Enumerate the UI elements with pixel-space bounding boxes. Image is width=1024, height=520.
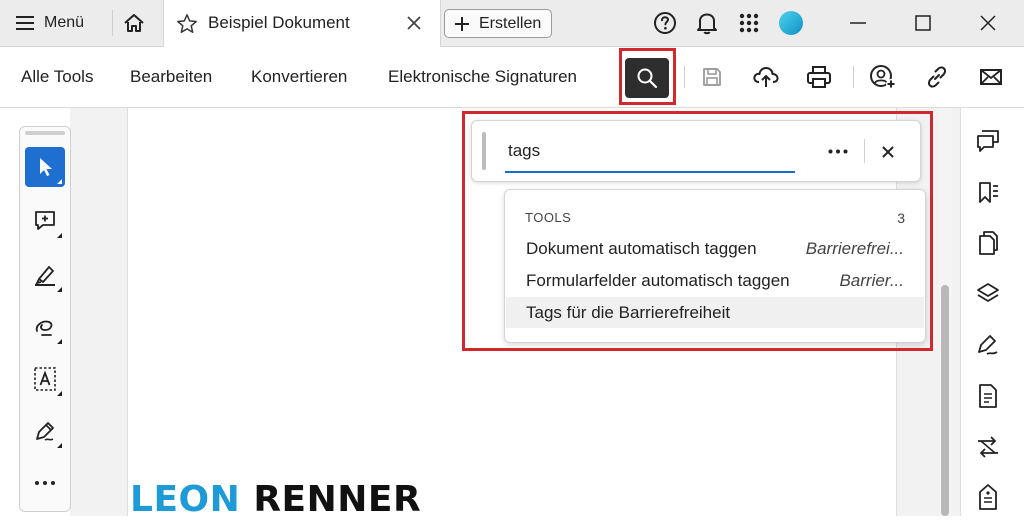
sign-tool[interactable]	[25, 411, 65, 451]
signature-icon[interactable]	[973, 330, 1003, 360]
create-button[interactable]: Erstellen	[444, 9, 552, 38]
star-icon[interactable]	[176, 13, 198, 35]
menu-e-signatures[interactable]: Elektronische Signaturen	[388, 67, 577, 87]
result-category: Barrier...	[839, 271, 904, 290]
comment-tool-flyout	[57, 233, 62, 238]
toolbar-divider	[684, 66, 685, 88]
menu-button[interactable]: Menü	[10, 8, 90, 38]
text-tool-flyout	[57, 391, 62, 396]
result-category: Barrierefrei...	[805, 239, 904, 258]
document-tab-title: Beispiel Dokument	[208, 13, 350, 32]
result-label: Dokument automatisch taggen	[526, 239, 757, 258]
left-tools-panel	[19, 126, 71, 512]
save-icon[interactable]	[697, 62, 727, 92]
home-icon	[124, 14, 144, 32]
bookmarks-icon[interactable]	[973, 178, 1003, 208]
title-bar: Menü Beispiel Dokument Erstellen	[0, 0, 1024, 47]
add-comment-tool[interactable]	[25, 201, 65, 241]
layers-icon[interactable]	[973, 279, 1003, 309]
share-user-icon[interactable]	[868, 62, 898, 92]
result-label: Tags für die Barrierefreiheit	[526, 303, 731, 322]
minimize-button[interactable]	[845, 10, 871, 36]
email-icon[interactable]	[976, 62, 1006, 92]
maximize-button[interactable]	[910, 10, 936, 36]
sign-pen-icon	[36, 422, 54, 441]
draw-tool-flyout	[57, 339, 62, 344]
search-icon	[637, 68, 658, 89]
select-cursor-icon	[40, 158, 52, 176]
cloud-upload-icon[interactable]	[751, 62, 781, 92]
draw-tool[interactable]	[25, 307, 65, 347]
result-item[interactable]: Tags für die Barrierefreiheit	[506, 297, 924, 328]
brand-part-1: LEON	[130, 479, 241, 520]
scrollbar-thumb[interactable]	[941, 285, 949, 516]
highlight-tool[interactable]	[25, 255, 65, 295]
pages-icon[interactable]	[973, 228, 1003, 258]
create-label: Erstellen	[479, 14, 542, 32]
text-recognition-tool[interactable]	[25, 359, 65, 399]
results-section-header: TOOLS	[525, 210, 572, 225]
brand-part-2: RENNER	[253, 479, 422, 520]
close-icon	[882, 146, 894, 158]
more-tools-button[interactable]	[25, 463, 65, 503]
menu-convert[interactable]: Konvertieren	[251, 67, 347, 87]
result-item[interactable]: Formularfelder automatisch taggen Barrie…	[506, 265, 924, 296]
comments-icon[interactable]	[973, 126, 1003, 156]
link-icon[interactable]	[922, 62, 952, 92]
search-results-dropdown: TOOLS 3 Dokument automatisch taggen Barr…	[504, 189, 926, 343]
bell-icon[interactable]	[694, 10, 720, 36]
document-brand-text: LEON RENNER	[130, 479, 421, 520]
search-panel-divider	[864, 139, 865, 163]
home-button[interactable]	[116, 8, 152, 38]
search-button[interactable]	[625, 58, 669, 98]
highlight-tool-flyout	[57, 287, 62, 292]
document-tab[interactable]: Beispiel Dokument	[163, 0, 441, 47]
freehand-draw-icon	[35, 320, 53, 336]
result-item[interactable]: Dokument automatisch taggen Barrierefrei…	[506, 233, 924, 264]
profile-avatar[interactable]	[778, 10, 804, 36]
search-panel-grip[interactable]	[482, 132, 486, 170]
titlebar-divider	[112, 10, 113, 36]
result-label: Formularfelder automatisch taggen	[526, 271, 790, 290]
select-tool[interactable]	[25, 147, 65, 187]
sign-tool-flyout	[57, 443, 62, 448]
menu-label: Menü	[44, 14, 85, 31]
search-input[interactable]	[506, 133, 794, 169]
toolbar-divider-2	[853, 66, 854, 88]
search-input-focus-line	[505, 171, 795, 173]
add-comment-icon	[35, 211, 55, 230]
more-icon	[35, 481, 55, 485]
print-icon[interactable]	[804, 62, 834, 92]
select-tool-flyout	[57, 179, 62, 184]
apps-grid-icon[interactable]	[736, 10, 762, 36]
search-panel	[471, 120, 921, 182]
plus-icon	[455, 16, 469, 31]
close-icon[interactable]	[404, 13, 424, 33]
help-icon[interactable]	[652, 10, 678, 36]
more-icon	[828, 149, 848, 153]
text-recognition-icon	[34, 367, 56, 391]
search-close-button[interactable]	[876, 140, 900, 164]
highlight-pen-icon	[35, 266, 55, 286]
menu-all-tools[interactable]: Alle Tools	[21, 67, 93, 87]
panel-grip[interactable]	[25, 131, 65, 135]
document-properties-icon[interactable]	[973, 381, 1003, 411]
window-close-button[interactable]	[975, 10, 1001, 36]
search-options-button[interactable]	[824, 140, 852, 162]
compare-icon[interactable]	[973, 432, 1003, 462]
hamburger-icon	[16, 16, 34, 30]
results-count: 3	[897, 210, 905, 226]
accessibility-tags-icon[interactable]	[973, 482, 1003, 512]
menu-edit[interactable]: Bearbeiten	[130, 67, 212, 87]
